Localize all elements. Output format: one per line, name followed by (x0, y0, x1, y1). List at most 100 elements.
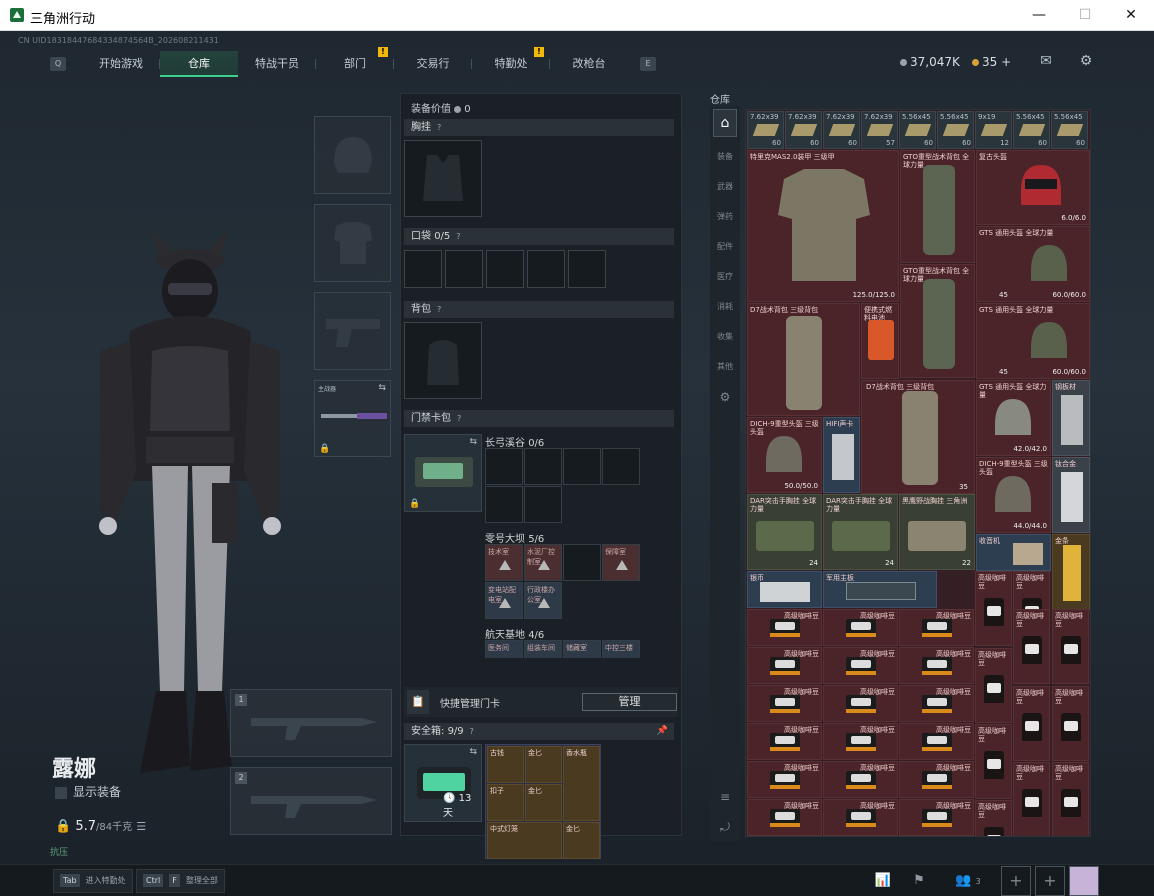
ammo-item[interactable]: 7.62x39 60 (747, 111, 784, 149)
swap-icon[interactable]: ⇆ (469, 437, 477, 447)
backpack-item[interactable]: GTO重型战术背包 全球力量 (900, 264, 975, 378)
stash-tab-other[interactable]: 其他 (713, 356, 737, 378)
backpack-item[interactable]: D7战术背包 三级背包 35 (861, 380, 975, 494)
safe-item[interactable]: 金匕 (563, 822, 600, 859)
fuel-cell-item[interactable]: 便携式燃料电池 (861, 303, 899, 379)
coffee-bean-item[interactable]: 高级咖啡豆 (823, 799, 898, 836)
hint-enter-special-ops[interactable]: Tab 进入特勤处 (53, 869, 133, 893)
sound-card-item[interactable]: HIFI声卡 (823, 417, 860, 493)
stash-tab-weapons[interactable]: 武器 (713, 176, 737, 198)
chest-rig-slot[interactable] (404, 140, 482, 217)
metal-item[interactable]: 钢板材 (1052, 380, 1090, 456)
ammo-item[interactable]: 7.62x39 57 (861, 111, 898, 149)
coffee-bean-item[interactable]: 高级咖啡豆 (823, 647, 898, 684)
safe-item[interactable]: 金匕 (525, 784, 562, 821)
layers-icon[interactable]: ≡ (713, 786, 737, 808)
helmet-item[interactable]: GTS 通用头盔 全球力量 45 60.0/60.0 (976, 226, 1090, 302)
helmet-item[interactable]: DICH-9重型头盔 三级头盔 50.0/50.0 (747, 417, 822, 493)
radio-item[interactable]: 收音机 (976, 534, 1051, 571)
backpack-slot[interactable] (404, 322, 482, 399)
coffee-bean-item[interactable]: 高级咖啡豆 (975, 724, 1012, 799)
body-armor-slot[interactable] (314, 204, 391, 282)
keycard-tech-room[interactable]: 技术室 (485, 544, 523, 581)
backpack-item[interactable]: GTO重型战术背包 全球力量 (900, 150, 975, 263)
keycard-slot[interactable] (524, 486, 562, 523)
keycard-case-slot[interactable]: ⇆ 🔒 (404, 434, 482, 512)
keycard-medical[interactable]: 医务间 (485, 640, 523, 658)
gear-icon[interactable]: ⚙ (713, 386, 737, 408)
coffee-bean-item[interactable]: 高级咖啡豆 (899, 609, 974, 646)
backpack-item[interactable]: D7战术背包 三级背包 (747, 303, 860, 416)
helmet-slot[interactable] (314, 116, 391, 194)
coffee-bean-item[interactable]: 高级咖啡豆 (1052, 686, 1089, 761)
avatar[interactable] (1069, 866, 1099, 896)
keycard-admin-office[interactable]: 行政楼办公室 (524, 582, 562, 619)
coffee-bean-item[interactable]: 高级咖啡豆 (747, 647, 822, 684)
stash-tab-collectibles[interactable]: 收集 (713, 326, 737, 348)
coffee-bean-item[interactable]: 高级咖啡豆 (899, 723, 974, 760)
coffee-bean-item[interactable]: 高级咖啡豆 (899, 647, 974, 684)
metal-item[interactable]: 钛合金 (1052, 457, 1090, 533)
swap-icon[interactable]: ⇆ (378, 383, 386, 393)
keycard-slot[interactable] (602, 448, 640, 485)
coffee-bean-item[interactable]: 高级咖啡豆 (823, 685, 898, 722)
tab-department[interactable]: 部门! (316, 47, 394, 77)
add-teammate-button[interactable]: + (1035, 866, 1065, 896)
tab-operators[interactable]: 特战干员 (238, 51, 316, 77)
motherboard-item[interactable]: 军用主板 (823, 571, 937, 608)
mail-icon[interactable]: ✉ (1037, 53, 1055, 69)
coffee-bean-item[interactable]: 高级咖啡豆 (975, 648, 1012, 723)
helmet-item[interactable]: DICH-9重型头盔 三级头盔 44.0/44.0 (976, 457, 1051, 533)
silver-item[interactable]: 银币 (747, 571, 822, 608)
safe-box-slot[interactable]: ⇆ 🕓 13天 (404, 744, 482, 822)
armor-item[interactable]: 特里克MAS2.0装甲 三级甲 125.0/125.0 (747, 150, 899, 302)
hint-sort-all[interactable]: Ctrl F 整理全部 (136, 869, 225, 893)
recycle-icon[interactable]: ⤾ (713, 816, 737, 838)
pocket-slot[interactable] (445, 250, 483, 288)
minimize-button[interactable]: — (1016, 0, 1062, 31)
keycard-control-floor3[interactable]: 中控三楼 (602, 640, 640, 658)
coffee-bean-item[interactable]: 高级咖啡豆 (1013, 609, 1050, 684)
stats-icon[interactable]: 📊 (868, 869, 898, 893)
team-icon[interactable]: 👥 3 (948, 869, 988, 893)
keycard-slot[interactable] (563, 544, 601, 581)
flag-icon[interactable]: ⚑ (904, 869, 934, 893)
ammo-item[interactable]: 9x19 12 (975, 111, 1012, 149)
ammo-item[interactable]: 5.56x45 60 (937, 111, 974, 149)
primary-weapon-slot-1[interactable]: 1 (230, 689, 392, 757)
gold-bar-item[interactable]: 金条 (1052, 534, 1090, 610)
coffee-bean-item[interactable]: 高级咖啡豆 (899, 685, 974, 722)
tab-warehouse[interactable]: 仓库 (160, 51, 238, 77)
coffee-bean-item[interactable]: 高级咖啡豆 (823, 761, 898, 798)
tab-trading[interactable]: 交易行 (394, 51, 472, 77)
coffee-bean-item[interactable]: 高级咖啡豆 (899, 761, 974, 798)
coffee-bean-item[interactable]: 高级咖啡豆 (1013, 762, 1050, 836)
list-icon[interactable]: ☰ (136, 820, 146, 833)
nav-next-key[interactable]: E (640, 57, 656, 71)
coffee-bean-item[interactable]: 高级咖啡豆 (747, 685, 822, 722)
keycard-slot[interactable] (485, 448, 523, 485)
ammo-item[interactable]: 5.56x45 60 (1013, 111, 1050, 149)
coffee-bean-item[interactable]: 高级咖啡豆 (899, 799, 974, 836)
primary-weapon-slot-2[interactable]: 2 (230, 767, 392, 835)
coffee-bean-item[interactable]: 高级咖啡豆 (747, 799, 822, 836)
chest-rig-item[interactable]: DAR突击手胸挂 全球力量 24 (823, 494, 898, 570)
pocket-slot[interactable] (404, 250, 442, 288)
ammo-item[interactable]: 5.56x45 60 (1051, 111, 1088, 149)
keycard-assembly[interactable]: 组装车间 (524, 640, 562, 658)
coffee-bean-item[interactable]: 高级咖啡豆 (1052, 762, 1089, 836)
gear-icon[interactable]: ⚙ (1077, 53, 1095, 69)
keycard-slot[interactable] (524, 448, 562, 485)
keycard-substation[interactable]: 变电站配电室 (485, 582, 523, 619)
pocket-slot[interactable] (486, 250, 524, 288)
keycard-cement-control[interactable]: 水泥厂控制室 (524, 544, 562, 581)
coffee-bean-item[interactable]: 高级咖啡豆 (747, 761, 822, 798)
safe-item[interactable]: 金匕 (525, 746, 562, 783)
tab-start-game[interactable]: 开始游戏 (82, 51, 160, 77)
ammo-item[interactable]: 7.62x39 60 (785, 111, 822, 149)
keycard-slot[interactable] (563, 448, 601, 485)
coffee-bean-item[interactable]: 高级咖啡豆 (747, 723, 822, 760)
helmet-item[interactable]: GTS 通用头盔 全球力量 42.0/42.0 (976, 380, 1051, 456)
chest-rig-item[interactable]: DAR突击手胸挂 全球力量 24 (747, 494, 822, 570)
safe-item[interactable]: 中式灯笼 (487, 822, 562, 859)
